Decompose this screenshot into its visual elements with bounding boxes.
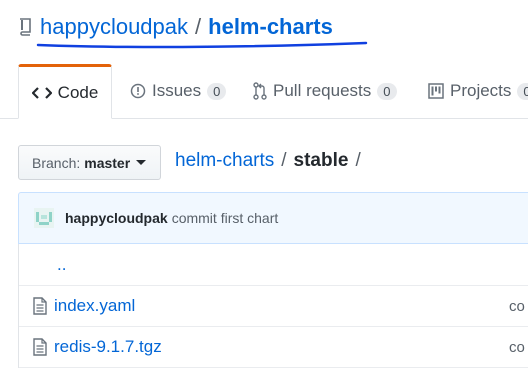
list-item: redis-9.1.7.tgz co: [19, 327, 528, 368]
tab-code[interactable]: Code: [18, 64, 112, 119]
truncated-commit-text: co: [509, 338, 525, 356]
file-list: .. index.yaml co redis-9.1.7.tgz co: [18, 244, 528, 368]
avatar[interactable]: [34, 208, 54, 228]
breadcrumb-current: stable: [293, 150, 349, 171]
file-icon: [33, 297, 47, 315]
list-item: index.yaml co: [19, 286, 528, 327]
breadcrumb: helm-charts / stable /: [175, 150, 368, 172]
list-item: ..: [19, 244, 528, 286]
projects-counter: 0: [517, 82, 528, 100]
file-link[interactable]: index.yaml: [54, 296, 135, 316]
repo-header: happycloudpak / helm-charts: [18, 10, 333, 44]
tab-issues-label: Issues: [152, 81, 202, 100]
latest-commit-bar: happycloudpak commit first chart: [18, 192, 528, 244]
repo-separator: /: [195, 14, 202, 39]
caret-down-icon: [136, 160, 147, 165]
tab-issues[interactable]: Issues 0: [130, 64, 227, 118]
code-icon: [31, 86, 52, 100]
truncated-commit-text: co: [509, 297, 525, 315]
tab-pull-requests[interactable]: Pull requests 0: [253, 64, 397, 118]
git-pull-request-icon: [253, 82, 267, 100]
pull-requests-counter: 0: [377, 82, 397, 100]
tab-projects-label: Projects: [450, 81, 512, 100]
breadcrumb-root-link[interactable]: helm-charts: [175, 150, 274, 172]
repo-icon: [18, 18, 32, 36]
breadcrumb-separator: /: [281, 150, 287, 171]
file-icon: [33, 338, 47, 356]
project-icon: [428, 83, 444, 99]
repo-nav-tabs: Code Issues 0 Pull requests 0 Projects 0: [0, 64, 528, 119]
tab-pull-requests-label: Pull requests: [273, 81, 372, 100]
repo-owner-link[interactable]: happycloudpak: [40, 14, 188, 40]
breadcrumb-separator: /: [355, 150, 361, 171]
branch-select-button[interactable]: Branch: master: [18, 145, 161, 180]
parent-directory-link[interactable]: ..: [57, 255, 66, 275]
tab-code-label: Code: [57, 82, 99, 102]
repo-name-link[interactable]: helm-charts: [208, 14, 333, 40]
handwritten-underline: [36, 41, 368, 49]
branch-label: Branch:: [32, 154, 81, 171]
commit-author-link[interactable]: happycloudpak: [65, 210, 168, 226]
issue-opened-icon: [130, 83, 146, 99]
commit-message-link[interactable]: commit first chart: [172, 210, 279, 226]
file-link[interactable]: redis-9.1.7.tgz: [54, 337, 162, 357]
tab-projects[interactable]: Projects 0: [428, 64, 528, 118]
branch-value: master: [84, 154, 131, 171]
issues-counter: 0: [207, 82, 227, 100]
